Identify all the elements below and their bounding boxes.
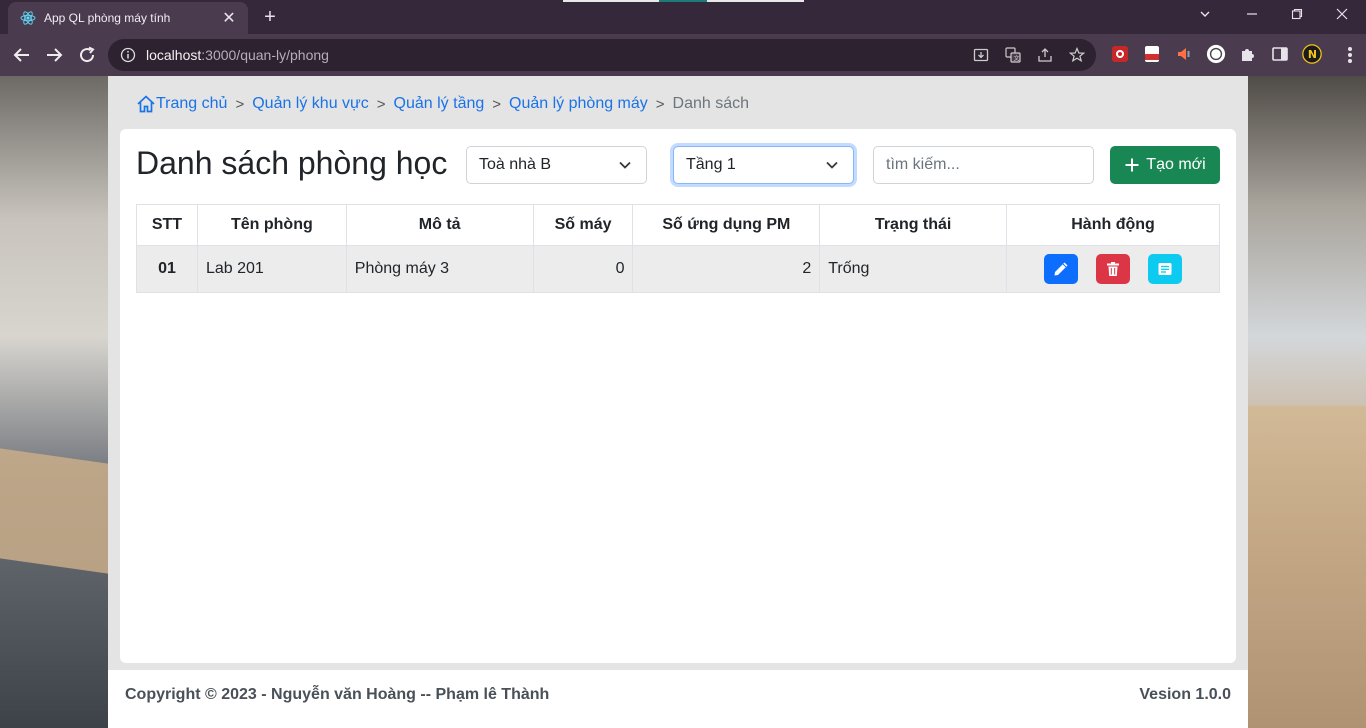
building-select-value: Toà nhà B xyxy=(479,156,552,173)
cell-machine-count: 0 xyxy=(532,245,634,293)
browser-tab[interactable]: App QL phòng máy tính ✕ xyxy=(8,2,248,34)
cell-description: Phòng máy 3 xyxy=(345,245,534,293)
page-title: Danh sách phòng học xyxy=(136,145,448,181)
cell-status: Trống xyxy=(819,245,1008,293)
breadcrumb-home-label: Trang chủ xyxy=(156,95,228,112)
cell-room-name: Lab 201 xyxy=(196,245,347,293)
cell-software-count: 2 xyxy=(632,245,821,293)
side-panel-icon[interactable] xyxy=(1270,44,1290,64)
edit-button[interactable] xyxy=(1044,254,1079,284)
minimize-button[interactable] xyxy=(1238,4,1266,26)
column-header-stt: STT xyxy=(136,204,198,246)
column-header-software-count: Số ứng dụng PM xyxy=(632,204,821,246)
column-header-status: Trạng thái xyxy=(819,204,1008,246)
back-button[interactable] xyxy=(10,43,34,67)
address-bar[interactable]: localhost:3000/quan-ly/phong 文 xyxy=(108,39,1096,71)
forward-button[interactable] xyxy=(42,43,66,67)
breadcrumb-floor[interactable]: Quản lý tầng xyxy=(394,95,485,113)
message-icon xyxy=(1158,263,1172,275)
table-row: 01 Lab 201 Phòng máy 3 0 2 Trống xyxy=(136,245,1220,293)
svg-text:N: N xyxy=(1308,48,1317,61)
top-strip xyxy=(659,0,707,2)
browser-tab-bar: App QL phòng máy tính ✕ + xyxy=(0,0,1366,34)
chevron-right-icon: > xyxy=(492,95,502,113)
search-placeholder: tìm kiếm... xyxy=(886,156,960,173)
extension-pdf-icon[interactable] xyxy=(1142,44,1162,64)
tab-close-icon[interactable]: ✕ xyxy=(220,8,238,28)
breadcrumb-room[interactable]: Quản lý phòng máy xyxy=(509,95,648,113)
trash-icon xyxy=(1107,262,1120,276)
new-tab-button[interactable]: + xyxy=(258,5,282,29)
breadcrumb-home[interactable]: Trang chủ xyxy=(136,94,227,114)
table-header-row: STT Tên phòng Mô tả Số máy Số ứng dụng P… xyxy=(136,204,1220,246)
close-window-button[interactable] xyxy=(1328,4,1356,26)
site-info-icon[interactable] xyxy=(120,47,136,63)
chevron-right-icon: > xyxy=(235,95,245,113)
chevron-right-icon: > xyxy=(655,95,665,113)
detail-button[interactable] xyxy=(1148,254,1182,284)
top-strip xyxy=(563,0,659,2)
breadcrumb: Trang chủ > Quản lý khu vực > Quản lý tầ… xyxy=(136,94,749,114)
column-header-machine-count: Số máy xyxy=(532,204,634,246)
tab-search-icon[interactable] xyxy=(1191,4,1219,26)
svg-text:文: 文 xyxy=(1014,55,1020,63)
background-photo-left xyxy=(0,76,108,728)
breadcrumb-current: Danh sách xyxy=(672,95,750,112)
plus-icon xyxy=(1125,158,1139,172)
floor-select[interactable]: Tầng 1 xyxy=(673,146,854,184)
search-input[interactable]: tìm kiếm... xyxy=(873,146,1094,184)
app-container: Trang chủ > Quản lý khu vực > Quản lý tầ… xyxy=(108,76,1248,728)
footer-copyright: Copyright © 2023 - Nguyễn văn Hoàng -- P… xyxy=(125,686,550,703)
browser-toolbar: localhost:3000/quan-ly/phong 文 N xyxy=(0,34,1366,76)
footer-version: Vesion 1.0.0 xyxy=(1139,686,1231,703)
cell-actions xyxy=(1006,245,1220,293)
create-button-label: Tạo mới xyxy=(1146,156,1206,173)
room-table: STT Tên phòng Mô tả Số máy Số ứng dụng P… xyxy=(136,204,1220,293)
background-desk-right xyxy=(1248,406,1366,728)
cell-stt: 01 xyxy=(136,245,198,293)
delete-button[interactable] xyxy=(1096,254,1131,284)
tab-title: App QL phòng máy tính xyxy=(44,11,171,25)
floor-select-value: Tầng 1 xyxy=(686,156,736,173)
footer: Copyright © 2023 - Nguyễn văn Hoàng -- P… xyxy=(108,670,1248,728)
chevron-down-icon xyxy=(619,161,631,169)
restore-button[interactable] xyxy=(1283,4,1311,26)
url-host: localhost xyxy=(146,47,202,63)
pencil-icon xyxy=(1054,262,1068,276)
building-select[interactable]: Toà nhà B xyxy=(466,146,647,184)
create-button[interactable]: Tạo mới xyxy=(1110,146,1220,184)
extensions-puzzle-icon[interactable] xyxy=(1238,44,1258,64)
breadcrumb-area[interactable]: Quản lý khu vực xyxy=(252,95,369,113)
reload-button[interactable] xyxy=(75,43,99,67)
home-icon xyxy=(137,95,155,113)
column-header-actions: Hành động xyxy=(1006,204,1220,246)
translate-icon[interactable]: 文 xyxy=(1004,46,1022,64)
chevron-right-icon: > xyxy=(376,95,386,113)
browser-menu-icon[interactable] xyxy=(1340,44,1360,66)
extension-circle-icon[interactable] xyxy=(1206,44,1226,64)
column-header-room-name: Tên phòng xyxy=(196,204,347,246)
install-icon[interactable] xyxy=(972,46,990,64)
extension-red-icon[interactable] xyxy=(1110,44,1130,64)
extension-audio-icon[interactable] xyxy=(1174,44,1194,64)
background-desk-left xyxy=(0,448,108,574)
share-icon[interactable] xyxy=(1036,46,1054,64)
react-favicon-icon xyxy=(20,10,36,26)
chevron-down-icon xyxy=(826,161,838,169)
top-strip xyxy=(707,0,804,2)
bookmark-star-icon[interactable] xyxy=(1068,46,1086,64)
room-list-card: Danh sách phòng học Toà nhà B Tầng 1 tìm… xyxy=(120,129,1236,663)
profile-avatar[interactable]: N xyxy=(1302,44,1322,64)
url-path: :3000/quan-ly/phong xyxy=(201,47,329,63)
column-header-description: Mô tả xyxy=(345,204,534,246)
